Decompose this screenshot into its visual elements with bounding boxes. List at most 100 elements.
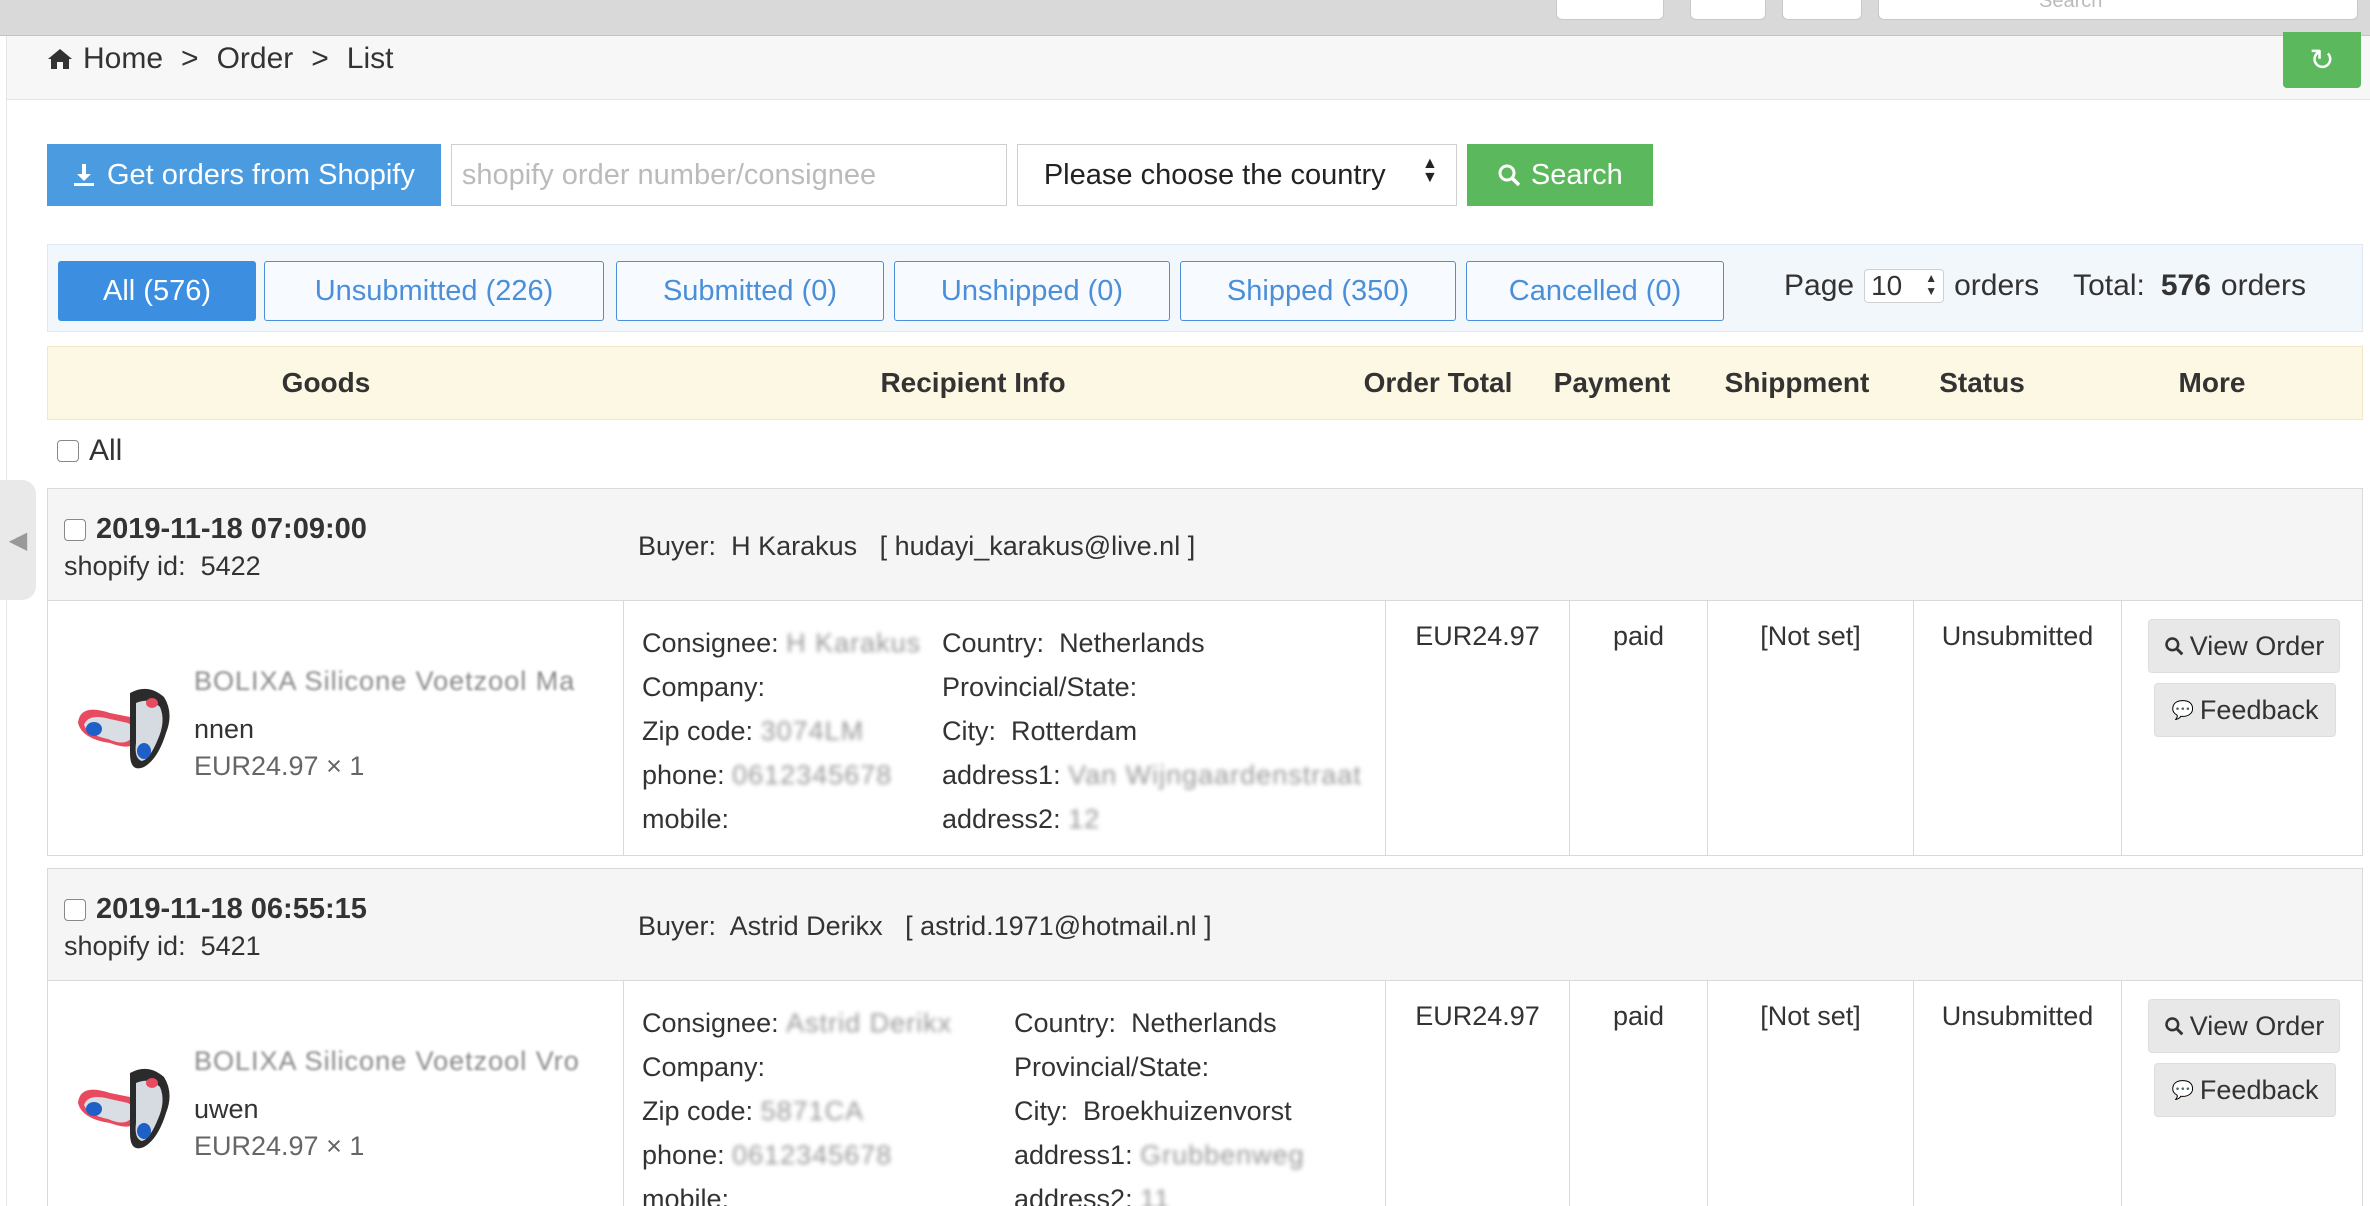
zip-value: 5871CA (760, 1096, 865, 1126)
column-header-status: Status (1939, 367, 2025, 398)
search-button[interactable]: Search (1466, 144, 1653, 206)
consignee-value: Astrid Derikx (786, 1008, 953, 1038)
more-cell: View Order 💬 Feedback (2122, 981, 2364, 1206)
order-checkbox[interactable] (64, 518, 86, 541)
tab-unsubmitted[interactable]: Unsubmitted (226) (264, 261, 604, 321)
order-body: BOLIXA Silicone Voetzool Vro uwen EUR24.… (48, 981, 2362, 1206)
order-checkbox[interactable] (64, 898, 86, 921)
product-image (78, 688, 170, 769)
order-block: 2019-11-18 07:09:00 shopify id: 5422 Buy… (47, 488, 2363, 856)
browser-search-field[interactable]: Search (1878, 0, 2358, 20)
view-order-label: View Order (2189, 630, 2325, 661)
tab-all[interactable]: All (576) (58, 261, 256, 321)
total-count: 576 (2160, 269, 2211, 302)
goods-name: BOLIXA Silicone Voetzool Ma nnen (194, 657, 604, 753)
order-block: 2019-11-18 06:55:15 shopify id: 5421 Buy… (47, 868, 2363, 1206)
consignee-label: Consignee: (642, 628, 779, 658)
breadcrumb-separator: > (311, 42, 329, 75)
search-button-label: Search (1530, 158, 1623, 191)
share-button[interactable] (1690, 0, 1766, 20)
order-header: 2019-11-18 07:09:00 shopify id: 5422 Buy… (48, 489, 2362, 601)
zip-value: 3074LM (760, 716, 865, 746)
order-total: EUR24.97 (1386, 601, 1570, 855)
shipment-status: [Not set] (1708, 981, 1914, 1206)
column-header-recipient: Recipient Info (880, 367, 1066, 398)
province-label: Provincial/State: (942, 672, 1138, 702)
page-size-select[interactable]: 10 ▲ ▼ (1864, 269, 1945, 303)
phone-value: 0612345678 (732, 760, 893, 790)
download-icon (74, 164, 94, 186)
search-icon (1498, 164, 1521, 187)
feedback-button[interactable]: 💬 Feedback (2154, 683, 2336, 737)
select-arrows-icon: ▲ ▼ (1422, 155, 1438, 186)
select-all-checkbox[interactable] (57, 440, 79, 462)
refresh-button[interactable]: ↻ (2283, 32, 2361, 88)
zip-label: Zip code: (642, 716, 754, 746)
address2-label: address2: (942, 804, 1061, 834)
address2-value: 12 (1068, 804, 1101, 834)
view-order-button[interactable]: View Order (2148, 619, 2340, 673)
tab-shipped[interactable]: Shipped (350) (1180, 261, 1456, 321)
breadcrumb-order[interactable]: Order (217, 42, 294, 76)
city-value: Rotterdam (1011, 716, 1138, 746)
order-date-text: 2019-11-18 06:55:15 (96, 893, 367, 925)
shipment-status: [Not set] (1708, 601, 1914, 855)
address2-label: address2: (1014, 1184, 1133, 1206)
comment-icon: 💬 (2171, 699, 2194, 720)
payment-status: paid (1570, 981, 1708, 1206)
extensions-button[interactable] (1782, 0, 1862, 20)
country-select[interactable]: Please choose the country ▲ ▼ (1016, 144, 1457, 206)
view-order-label: View Order (2189, 1010, 2325, 1041)
page-label: Page (1784, 269, 1855, 302)
goods-price: EUR24.97 × 1 (194, 751, 365, 781)
order-status: Unsubmitted (1914, 601, 2122, 855)
recipient-cell: Consignee: Astrid Derikx Company: Zip co… (624, 981, 1386, 1206)
country-label: Country: (1014, 1008, 1117, 1038)
buyer-info: Buyer: Astrid Derikx [ astrid.1971@hotma… (638, 911, 1212, 942)
shopify-id-value: 5421 (200, 931, 261, 961)
feedback-button[interactable]: 💬 Feedback (2154, 1063, 2336, 1117)
comment-icon: 💬 (2171, 1079, 2194, 1100)
page-size-value: 10 (1871, 270, 1903, 301)
recipient-right: Country: Netherlands Provincial/State: C… (1014, 1001, 1305, 1206)
zip-label: Zip code: (642, 1096, 754, 1126)
country-value: Netherlands (1059, 628, 1205, 658)
get-orders-button[interactable]: Get orders from Shopify (47, 144, 441, 206)
tab-cancelled[interactable]: Cancelled (0) (1466, 261, 1724, 321)
edit-dropdown-button[interactable] (1556, 0, 1664, 20)
select-all-label: All (89, 434, 123, 467)
order-list-page: Home > Order > List ↻ Get orders from Sh… (6, 32, 2370, 1206)
province-label: Provincial/State: (1014, 1052, 1210, 1082)
address2-value: 11 (1140, 1184, 1171, 1206)
order-search-input[interactable]: shopify order number/consignee (450, 144, 1007, 206)
shopify-id-value: 5422 (200, 551, 261, 581)
orders-label: orders (1954, 269, 2040, 302)
breadcrumb-bar: Home > Order > List ↻ (7, 32, 2370, 100)
tab-unshipped[interactable]: Unshipped (0) (894, 261, 1170, 321)
phone-label: phone: (642, 760, 725, 790)
breadcrumb-home[interactable]: Home (83, 42, 163, 76)
select-arrows-icon: ▲ ▼ (1925, 271, 1938, 298)
tab-submitted[interactable]: Submitted (0) (616, 261, 884, 321)
recipient-right: Country: Netherlands Provincial/State: C… (942, 621, 1362, 841)
goods-name-tail: nnen (194, 714, 255, 744)
breadcrumb-list: List (346, 42, 394, 75)
order-total: EUR24.97 (1386, 981, 1570, 1206)
view-order-button[interactable]: View Order (2148, 999, 2340, 1053)
column-header-order-total: Order Total (1363, 367, 1513, 398)
consignee-label: Consignee: (642, 1008, 779, 1038)
recipient-left: Consignee: H Karakus Company: Zip code: … (642, 621, 921, 841)
pagination-info: Page 10 ▲ ▼ orders Total: 576 orders (1784, 269, 2306, 303)
address1-label: address1: (942, 760, 1061, 790)
buyer-label: Buyer: (638, 911, 717, 941)
city-label: City: (1014, 1096, 1068, 1126)
breadcrumb: Home > Order > List (47, 42, 393, 76)
column-header-goods: Goods (281, 367, 371, 398)
country-value: Netherlands (1131, 1008, 1277, 1038)
buyer-label: Buyer: (638, 531, 717, 561)
goods-price: EUR24.97 × 1 (194, 1131, 365, 1161)
buyer-info: Buyer: H Karakus [ hudayi_karakus@live.n… (638, 531, 1195, 562)
sidebar-toggle[interactable]: ◀ (0, 480, 36, 600)
browser-toolbar: Search (0, 0, 2370, 36)
address1-value: Van Wijngaardenstraat (1068, 760, 1362, 790)
